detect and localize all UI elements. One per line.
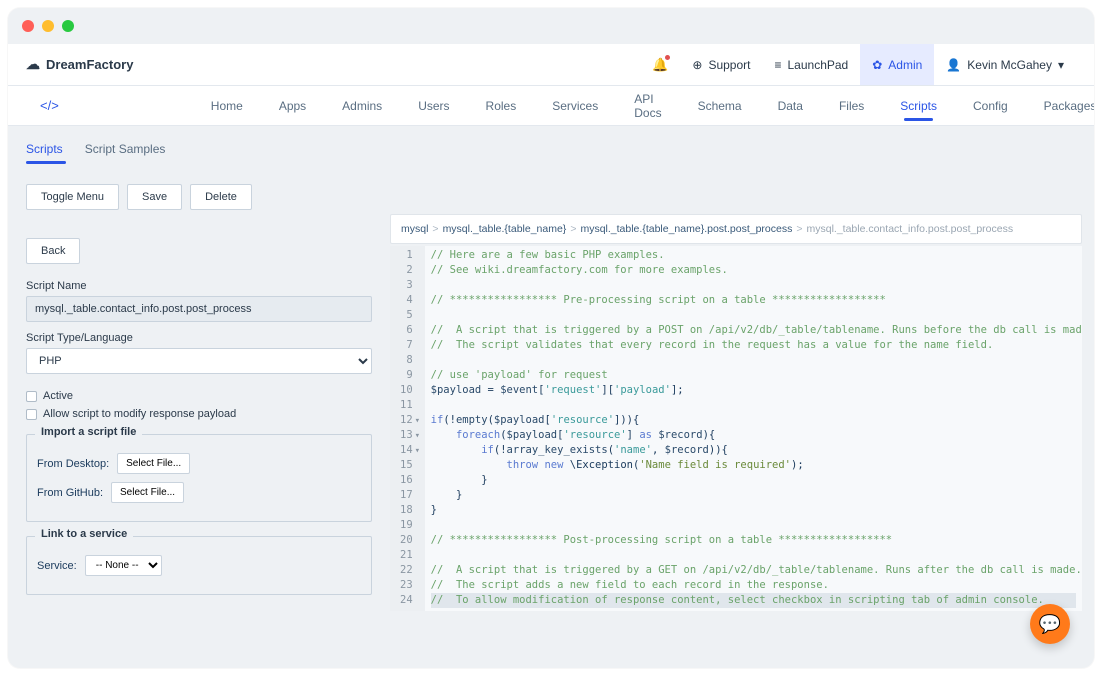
back-button[interactable]: Back bbox=[26, 238, 80, 264]
code-icon[interactable]: </> bbox=[40, 98, 59, 113]
admin-link[interactable]: ✿ Admin bbox=[860, 44, 934, 85]
active-checkbox[interactable] bbox=[26, 391, 37, 402]
app-name: DreamFactory bbox=[46, 57, 133, 72]
modify-response-row[interactable]: Allow script to modify response payload bbox=[26, 408, 372, 420]
nav-config[interactable]: Config bbox=[969, 87, 1012, 125]
nav-data[interactable]: Data bbox=[774, 87, 807, 125]
nav-services[interactable]: Services bbox=[548, 87, 602, 125]
bell-icon: 🔔 bbox=[652, 57, 668, 73]
left-panel: Scripts Script Samples Toggle Menu Save … bbox=[8, 126, 390, 668]
save-button[interactable]: Save bbox=[127, 184, 182, 210]
sub-tabs: Scripts Script Samples bbox=[26, 142, 372, 162]
app-bar: ☁ DreamFactory 🔔 ⊕ Support ≡ LaunchPad ✿… bbox=[8, 44, 1094, 86]
active-label: Active bbox=[43, 390, 73, 402]
nav-packages[interactable]: Packages bbox=[1040, 87, 1094, 125]
crumb-current: mysql._table.contact_info.post.post_proc… bbox=[806, 223, 1013, 235]
crumb-2[interactable]: mysql._table.{table_name}.post.post_proc… bbox=[580, 223, 792, 235]
globe-icon: ⊕ bbox=[692, 58, 702, 72]
gear-icon: ✿ bbox=[872, 58, 882, 72]
content-area: Scripts Script Samples Toggle Menu Save … bbox=[8, 126, 1094, 668]
crumb-1[interactable]: mysql._table.{table_name} bbox=[443, 223, 567, 235]
delete-button[interactable]: Delete bbox=[190, 184, 252, 210]
tab-scripts[interactable]: Scripts bbox=[26, 142, 63, 162]
link-legend: Link to a service bbox=[35, 528, 133, 540]
nav-admins[interactable]: Admins bbox=[338, 87, 386, 125]
select-file-desktop-button[interactable]: Select File... bbox=[117, 453, 190, 474]
nav-schema[interactable]: Schema bbox=[694, 87, 746, 125]
app-logo[interactable]: ☁ DreamFactory bbox=[26, 56, 133, 73]
chevron-down-icon: ▾ bbox=[1058, 58, 1064, 72]
tab-script-samples[interactable]: Script Samples bbox=[85, 142, 166, 162]
nav-scripts[interactable]: Scripts bbox=[896, 87, 941, 125]
link-service-fieldset: Link to a service Service: -- None -- bbox=[26, 536, 372, 595]
nav-home[interactable]: Home bbox=[207, 87, 247, 125]
import-script-fieldset: Import a script file From Desktop: Selec… bbox=[26, 434, 372, 522]
editor-gutter: 123456789101112▾13▾14▾151617181920212223… bbox=[390, 246, 425, 611]
nav-apps[interactable]: Apps bbox=[275, 87, 310, 125]
import-legend: Import a script file bbox=[35, 426, 142, 438]
menu-icon: ≡ bbox=[774, 58, 781, 72]
service-label: Service: bbox=[37, 560, 77, 572]
modify-response-checkbox[interactable] bbox=[26, 409, 37, 420]
cloud-icon: ☁ bbox=[26, 56, 40, 73]
toggle-menu-button[interactable]: Toggle Menu bbox=[26, 184, 119, 210]
nav-api-docs[interactable]: API Docs bbox=[630, 80, 665, 132]
from-github-label: From GitHub: bbox=[37, 487, 103, 499]
main-nav: </> HomeAppsAdminsUsersRolesServicesAPI … bbox=[8, 86, 1094, 126]
crumb-0[interactable]: mysql bbox=[401, 223, 428, 235]
launchpad-link[interactable]: ≡ LaunchPad bbox=[762, 44, 860, 85]
user-icon: 👤 bbox=[946, 58, 961, 72]
chat-fab[interactable]: 💬 bbox=[1030, 604, 1070, 644]
service-select[interactable]: -- None -- bbox=[85, 555, 162, 576]
modify-response-label: Allow script to modify response payload bbox=[43, 408, 236, 420]
code-editor[interactable]: 123456789101112▾13▾14▾151617181920212223… bbox=[390, 246, 1082, 611]
script-lang-label: Script Type/Language bbox=[26, 332, 372, 344]
nav-roles[interactable]: Roles bbox=[482, 87, 521, 125]
editor-code[interactable]: // Here are a few basic PHP examples.// … bbox=[425, 246, 1082, 611]
script-lang-select[interactable]: PHP bbox=[26, 348, 372, 374]
window-min-dot[interactable] bbox=[42, 20, 54, 32]
window-close-dot[interactable] bbox=[22, 20, 34, 32]
active-checkbox-row[interactable]: Active bbox=[26, 390, 372, 402]
script-name-input[interactable] bbox=[26, 296, 372, 322]
script-name-label: Script Name bbox=[26, 280, 372, 292]
window-max-dot[interactable] bbox=[62, 20, 74, 32]
right-panel: mysql > mysql._table.{table_name} > mysq… bbox=[390, 126, 1094, 668]
window-titlebar bbox=[8, 8, 1094, 44]
from-desktop-label: From Desktop: bbox=[37, 458, 109, 470]
select-file-github-button[interactable]: Select File... bbox=[111, 482, 184, 503]
action-buttons: Toggle Menu Save Delete bbox=[26, 184, 372, 210]
support-link[interactable]: ⊕ Support bbox=[680, 44, 762, 85]
nav-users[interactable]: Users bbox=[414, 87, 453, 125]
nav-files[interactable]: Files bbox=[835, 87, 868, 125]
breadcrumb: mysql > mysql._table.{table_name} > mysq… bbox=[390, 214, 1082, 244]
chat-icon: 💬 bbox=[1039, 614, 1061, 635]
user-menu[interactable]: 👤 Kevin McGahey ▾ bbox=[934, 44, 1076, 85]
app-window: ☁ DreamFactory 🔔 ⊕ Support ≡ LaunchPad ✿… bbox=[8, 8, 1094, 668]
